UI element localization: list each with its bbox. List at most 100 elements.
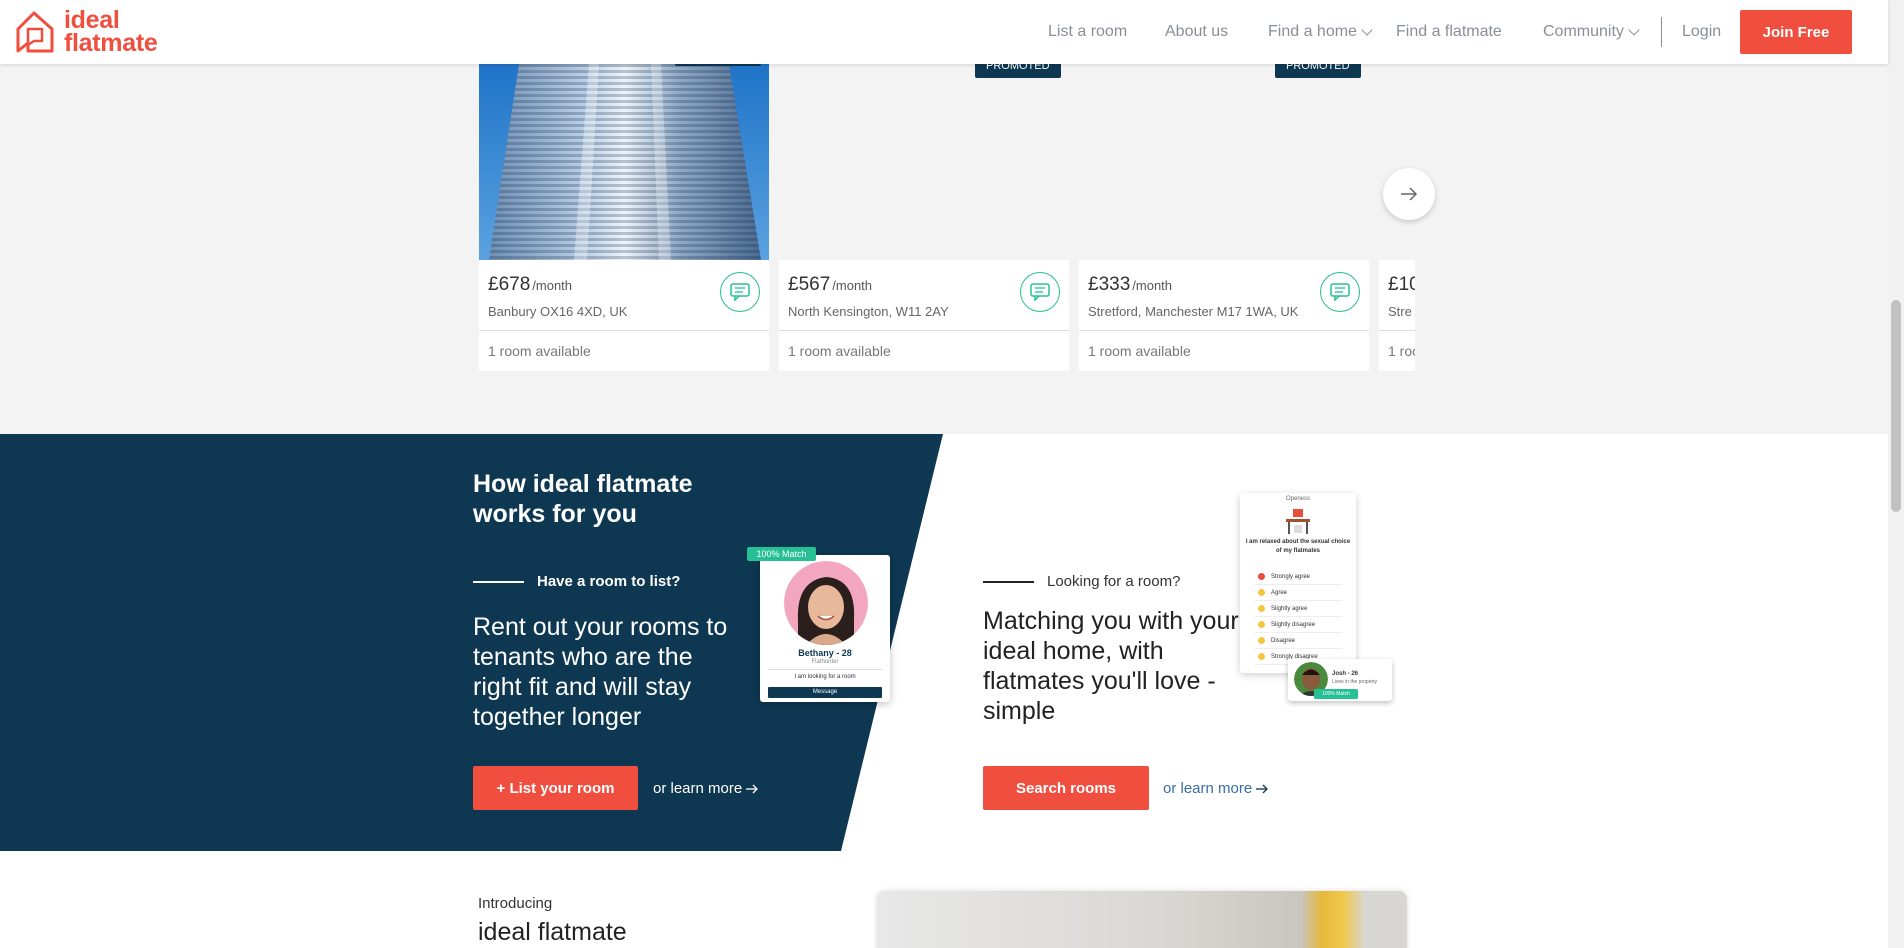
right-headline: Matching you with your ideal home, with … <box>983 607 1239 725</box>
promoted-badge: PROMOTED <box>1275 64 1361 78</box>
nav-community-label: Community <box>1543 23 1624 40</box>
search-rooms-button[interactable]: Search rooms <box>983 766 1149 810</box>
listing-photo <box>779 64 1069 260</box>
listing-card-body: £333/month Stretford, Manchester M17 1WA… <box>1079 260 1369 371</box>
listing-address: Stre <box>1388 304 1412 319</box>
listing-photo <box>1379 64 1415 260</box>
introducing-section: Introducing ideal flatmate <box>0 851 1888 948</box>
intro-image <box>877 891 1407 948</box>
message-icon[interactable] <box>720 272 760 312</box>
list-your-room-button[interactable]: + List your room <box>473 766 638 810</box>
nav-list-room[interactable]: List a room <box>1048 0 1127 64</box>
learn-more-link-right[interactable]: or learn more <box>1163 780 1269 797</box>
logo[interactable]: ideal flatmate <box>14 8 158 57</box>
promoted-badge: PROMOTED <box>975 64 1061 78</box>
listing-price: £567 <box>788 274 831 295</box>
personality-survey-mockup: Openess I am relaxed about the sexual ch… <box>1240 493 1356 673</box>
nav-community[interactable]: Community <box>1543 0 1640 64</box>
survey-option: Strongly agree <box>1254 569 1342 585</box>
nav-find-flatmate[interactable]: Find a flatmate <box>1396 0 1502 64</box>
nav-find-home[interactable]: Find a home <box>1268 0 1373 64</box>
arrow-right-icon <box>746 784 759 793</box>
match-name: Bethany - 28 <box>798 648 852 658</box>
price-row: £567/month <box>779 260 1069 312</box>
rooms-available: 1 room available <box>1079 330 1369 371</box>
nav-find-flatmate-link[interactable]: Find a flatmate <box>1396 23 1502 41</box>
nav-find-home-label: Find a home <box>1268 23 1357 40</box>
match-percentage-badge: 100% Match <box>747 547 816 561</box>
survey-heading: Openess <box>1285 496 1310 502</box>
house-logo-icon <box>16 11 54 53</box>
promoted-badge: PROMOTED <box>675 64 761 66</box>
chevron-down-icon <box>1361 24 1373 36</box>
rooms-available: 1 room available <box>779 330 1069 371</box>
josh-role: Lives in the property <box>1332 679 1378 685</box>
learn-more-label: or learn more <box>1163 780 1253 797</box>
match-profile-card: Bethany - 28 Flathunter I am looking for… <box>760 555 890 702</box>
intro-label: Introducing <box>478 895 553 912</box>
emoji-icon <box>1258 637 1265 644</box>
survey-options: Strongly agree Agree Slightly agree Slig… <box>1254 569 1342 665</box>
price-row: £10 <box>1379 260 1415 300</box>
intro-title: ideal flatmate <box>478 918 627 946</box>
per-month: /month <box>532 278 573 293</box>
listings-slider: PROMOTED £678/month Banbury OX16 4XD, UK… <box>479 64 1415 434</box>
message-icon[interactable] <box>1320 272 1360 312</box>
right-subtitle: Looking for a room? <box>1047 573 1181 590</box>
page-scrollbar[interactable] <box>1888 0 1904 948</box>
how-it-works-section: How ideal flatmate works for you Have a … <box>0 434 1888 851</box>
nav-about-link[interactable]: About us <box>1165 23 1228 41</box>
nav-find-home-link[interactable]: Find a home <box>1268 23 1373 41</box>
listing-photo <box>479 64 769 260</box>
nav-community-link[interactable]: Community <box>1543 23 1640 41</box>
how-title: How ideal flatmate works for you <box>473 470 693 528</box>
chevron-down-icon <box>1628 24 1640 36</box>
emoji-icon <box>1258 621 1265 628</box>
site-header: ideal flatmate List a room About us Find… <box>0 0 1888 64</box>
match-profile-card-small: Josh - 26 Lives in the property 100% Mat… <box>1288 659 1392 701</box>
left-subtitle: Have a room to list? <box>537 573 681 590</box>
survey-option: Agree <box>1254 585 1342 601</box>
logo-text: ideal flatmate <box>64 8 158 57</box>
learn-more-link-left[interactable]: or learn more <box>653 780 759 797</box>
learn-more-label: or learn more <box>653 780 743 797</box>
login-link[interactable]: Login <box>1682 23 1721 41</box>
listing-price: £10 <box>1388 274 1415 295</box>
join-free-button[interactable]: Join Free <box>1740 10 1852 54</box>
divider-line <box>983 581 1034 583</box>
scrollbar-thumb[interactable] <box>1891 300 1901 512</box>
emoji-icon <box>1258 605 1265 612</box>
logo-line-2: flatmate <box>64 29 158 57</box>
left-headline: Rent out your rooms to tenants who are t… <box>473 613 728 731</box>
listing-card-body: £678/month Banbury OX16 4XD, UK 1 room a… <box>479 260 769 371</box>
slider-next-button[interactable] <box>1383 168 1435 220</box>
arrow-right-icon <box>1256 784 1269 793</box>
listing-card-body: £567/month North Kensington, W11 2AY 1 r… <box>779 260 1069 371</box>
survey-option-label: Agree <box>1271 589 1288 596</box>
match-role: Flathunter <box>811 659 839 665</box>
match-message-button: Message <box>768 687 882 698</box>
per-month: /month <box>832 278 873 293</box>
josh-name: Josh - 26 <box>1332 671 1359 677</box>
emoji-icon <box>1258 589 1265 596</box>
nav-login[interactable]: Login <box>1682 0 1721 64</box>
listing-price: £333 <box>1088 274 1131 295</box>
survey-option-label: Slightly disagree <box>1271 621 1316 628</box>
emoji-icon <box>1258 573 1265 580</box>
emoji-icon <box>1258 653 1265 660</box>
survey-question: I am relaxed about the sexual choice of … <box>1245 539 1351 554</box>
survey-option: Slightly disagree <box>1254 617 1342 633</box>
message-icon[interactable] <box>1020 272 1060 312</box>
listing-card-body: £10 Stre 1 roo <box>1379 260 1415 371</box>
match-looking: I am looking for a room <box>768 669 882 680</box>
price-row: £333/month <box>1079 260 1369 312</box>
survey-option-label: Slightly agree <box>1271 605 1308 612</box>
price-row: £678/month <box>479 260 769 312</box>
nav-about[interactable]: About us <box>1165 0 1228 64</box>
match-percentage-badge: 100% Match <box>1314 689 1358 699</box>
avatar <box>784 561 868 645</box>
nav-list-room-link[interactable]: List a room <box>1048 23 1127 41</box>
survey-option: Slightly agree <box>1254 601 1342 617</box>
survey-option: Disagree <box>1254 633 1342 649</box>
rooms-available: 1 room available <box>479 330 769 371</box>
